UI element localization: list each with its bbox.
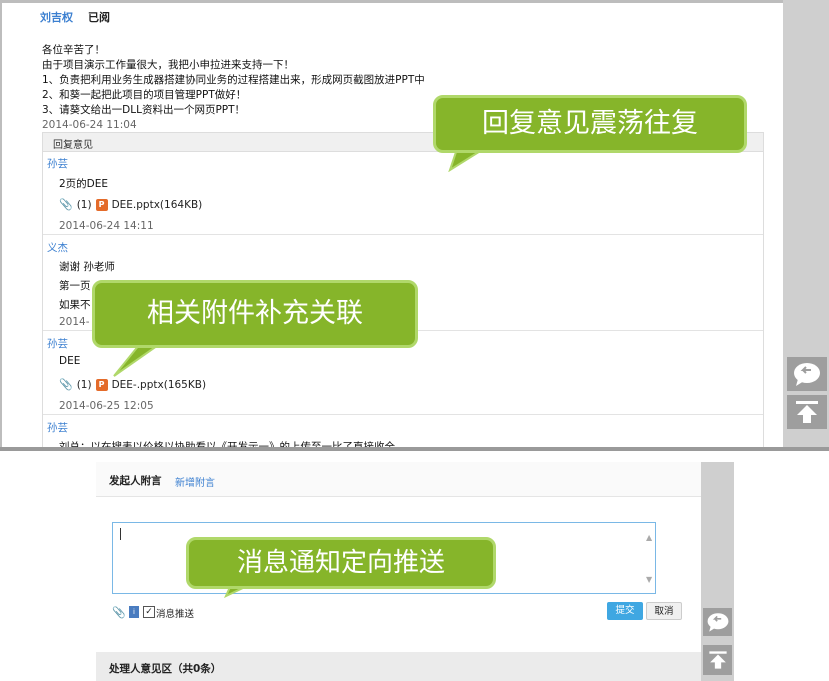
message-line: 1、负责把利用业务生成器搭建协同业务的过程搭建出来，形成网页截图放进PPT中 <box>42 74 425 86</box>
push-checkbox-label: 消息推送 <box>156 609 195 620</box>
back-to-top-button[interactable] <box>703 645 732 675</box>
back-to-top-icon <box>708 651 727 669</box>
reply-author[interactable]: 孙芸 <box>47 420 68 435</box>
reply-text: 谢谢 孙老师 <box>59 261 115 273</box>
side-rail <box>783 0 829 447</box>
message-author[interactable]: 刘吉权 <box>40 9 73 25</box>
document-icon[interactable]: i <box>129 606 139 618</box>
reply-divider <box>43 234 763 235</box>
panel-separator <box>0 447 829 451</box>
left-border <box>0 0 2 447</box>
add-note-link[interactable]: 新增附言 <box>175 474 215 489</box>
text-cursor <box>120 528 121 540</box>
reply-bubble-icon <box>794 363 820 386</box>
reply-text: 第一页 <box>59 280 91 292</box>
reply-author[interactable]: 义杰 <box>47 240 68 255</box>
back-to-top-icon <box>796 401 818 423</box>
reply-text: 刘总：以在搜表以价格以协助看以《开发示一》的上传至一比了直接收全 <box>59 441 395 447</box>
reply-text: 2页的DEE <box>59 178 109 190</box>
reply-date: 2014- <box>59 316 90 328</box>
read-status: 已阅 <box>88 11 110 24</box>
message-line: 2、和葵一起把此项目的项目管理PPT做好！ <box>42 89 247 101</box>
reply-header-label: 回复意见 <box>53 140 93 151</box>
callout-attachment: 相关附件补充关联 <box>92 280 418 348</box>
reply-bubble-icon <box>707 613 728 632</box>
message-line: 3、请葵文给出一DLL资料出一个网页PPT！ <box>42 104 246 116</box>
initiator-note-title: 发起人附言 <box>109 475 162 487</box>
reply-date: 2014-06-25 12:05 <box>59 400 154 412</box>
cancel-button[interactable]: 取消 <box>646 602 682 620</box>
scroll-down-icon[interactable]: ▼ <box>646 575 652 584</box>
ppt-file-icon: P <box>95 378 108 391</box>
attachment-count: (1) <box>76 378 92 391</box>
reply-button[interactable] <box>703 608 732 636</box>
handler-section-title: 处理人意见区（共0条） <box>109 663 222 675</box>
scroll-up-icon[interactable]: ▲ <box>646 533 652 542</box>
attachment-count: (1) <box>76 198 92 211</box>
reply-attachment: 📎 (1) P DEE-.pptx(165KB) <box>59 378 206 391</box>
paperclip-icon: 📎 <box>59 198 73 211</box>
attachment-link[interactable]: DEE-.pptx(165KB) <box>112 379 206 391</box>
reply-text: 如果不 <box>59 299 91 311</box>
callout-notify: 消息通知定向推送 <box>186 537 496 589</box>
message-line: 由于项目演示工作量很大，我把小申拉进来支持一下！ <box>42 59 294 71</box>
reply-author[interactable]: 孙芸 <box>47 336 68 351</box>
paperclip-icon[interactable]: 📎 <box>112 606 126 619</box>
reply-date: 2014-06-24 14:11 <box>59 220 154 232</box>
submit-button[interactable]: 提交 <box>607 602 643 620</box>
side-rail <box>701 462 734 681</box>
back-to-top-button[interactable] <box>787 395 827 429</box>
callout-reply: 回复意见震荡往复 <box>433 95 747 153</box>
reply-button[interactable] <box>787 357 827 391</box>
reply-divider <box>43 414 763 415</box>
reply-text: DEE <box>59 355 81 367</box>
ppt-file-icon: P <box>95 198 108 211</box>
top-border <box>0 0 783 3</box>
paperclip-icon: 📎 <box>59 378 73 391</box>
push-checkbox[interactable]: ✓ <box>143 606 155 618</box>
message-date: 2014-06-24 11:04 <box>42 119 137 131</box>
reply-attachment: 📎 (1) P DEE.pptx(164KB) <box>59 198 202 211</box>
message-line: 各位辛苦了！ <box>42 44 105 56</box>
reply-author[interactable]: 孙芸 <box>47 156 68 171</box>
attachment-link[interactable]: DEE.pptx(164KB) <box>112 199 203 211</box>
top-panel: 刘吉权 已阅 各位辛苦了！ 由于项目演示工作量很大，我把小申拉进来支持一下！ 1… <box>0 0 829 447</box>
